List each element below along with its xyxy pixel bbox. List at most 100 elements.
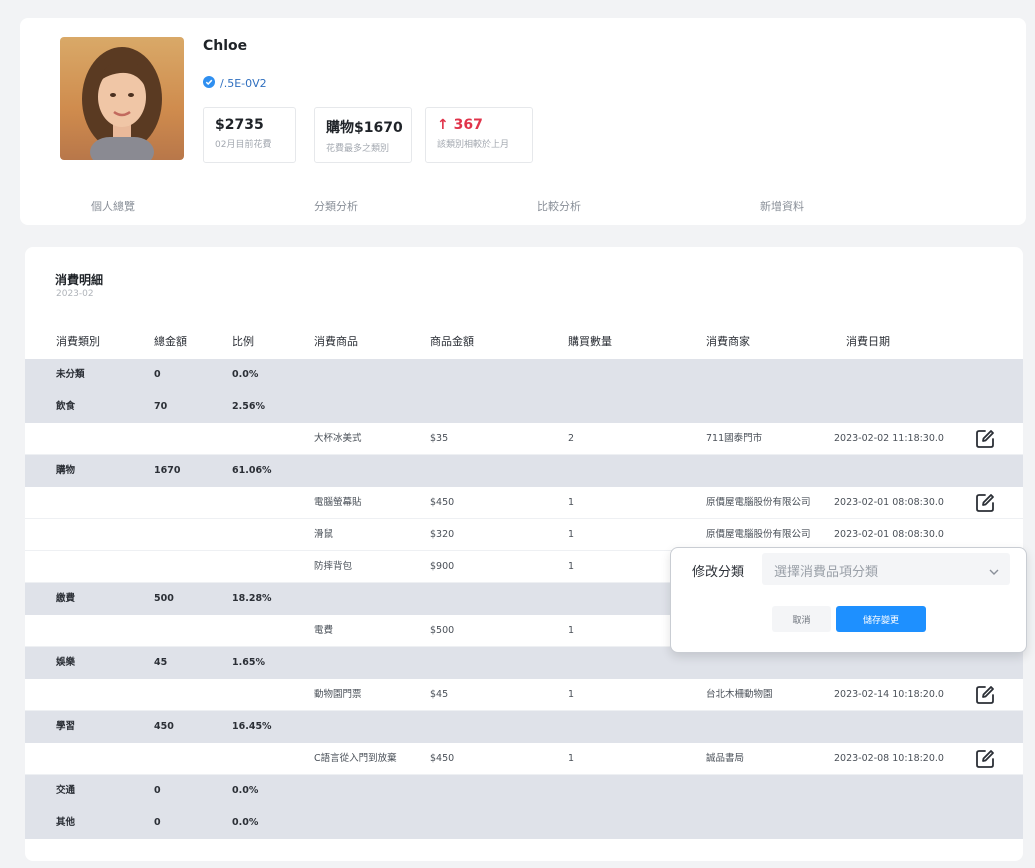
cell-total: 45 xyxy=(154,657,168,668)
stat-label: 02月目前花費 xyxy=(215,140,272,150)
cell-total: 1670 xyxy=(154,465,181,476)
cell-price: $35 xyxy=(430,433,449,444)
cell-category: 學習 xyxy=(56,721,76,732)
item-row: 電腦螢幕貼 $450 1 原價屋電腦股份有限公司 2023-02-01 08:0… xyxy=(25,487,1023,519)
cell-total: 450 xyxy=(154,721,174,732)
category-row: 學習 450 16.45% xyxy=(25,711,1023,743)
stat-top-category: 購物$1670 花費最多之類別 xyxy=(314,107,412,163)
cell-category: 其他 xyxy=(56,817,76,828)
cell-qty: 2 xyxy=(568,433,575,444)
col-header-total: 總金額 xyxy=(154,335,187,348)
cell-ratio: 18.28% xyxy=(232,593,272,604)
cell-price: $450 xyxy=(430,753,455,764)
cell-product: 電腦螢幕貼 xyxy=(314,497,362,508)
cell-price: $450 xyxy=(430,497,455,508)
cell-qty: 1 xyxy=(568,689,575,700)
tab-category-analysis[interactable]: 分類分析 xyxy=(314,198,358,214)
cell-qty: 1 xyxy=(568,561,575,572)
save-changes-button[interactable]: 儲存變更 xyxy=(836,606,926,632)
cell-total: 70 xyxy=(154,401,168,412)
cell-merchant: 誠品書局 xyxy=(706,753,745,764)
tab-comparison-analysis[interactable]: 比較分析 xyxy=(537,198,581,214)
profile-card: Chloe /.5E-0V2 $2735 02月目前花費 購物$1670 花費最… xyxy=(20,18,1026,225)
cell-total: 500 xyxy=(154,593,174,604)
edit-icon[interactable] xyxy=(974,748,996,770)
cell-category: 娛樂 xyxy=(56,657,76,668)
category-row: 飲食 70 2.56% xyxy=(25,391,1023,423)
cell-category: 交通 xyxy=(56,785,76,796)
edit-category-label: 修改分類 xyxy=(692,565,745,580)
stat-value: ↑ 367 xyxy=(437,117,483,133)
col-header-category: 消費類別 xyxy=(56,335,100,348)
stat-change-vs-last-month: ↑ 367 該類別相較於上月 xyxy=(425,107,533,163)
cell-ratio: 16.45% xyxy=(232,721,272,732)
verified-badge-icon xyxy=(203,76,215,91)
item-row: 動物園門票 $45 1 台北木柵動物園 2023-02-14 10:18:20.… xyxy=(25,679,1023,711)
cell-ratio: 0.0% xyxy=(232,369,259,380)
cell-total: 0 xyxy=(154,369,161,380)
cell-date: 2023-02-08 10:18:20.0 xyxy=(834,753,944,764)
cell-qty: 1 xyxy=(568,753,575,764)
col-header-qty: 購買數量 xyxy=(568,335,612,348)
cell-product: 大杯冰美式 xyxy=(314,433,362,444)
cell-date: 2023-02-14 10:18:20.0 xyxy=(834,689,944,700)
cell-ratio: 0.0% xyxy=(232,785,259,796)
cell-qty: 1 xyxy=(568,497,575,508)
edit-icon[interactable] xyxy=(974,428,996,450)
cell-ratio: 1.65% xyxy=(232,657,265,668)
avatar xyxy=(60,37,184,160)
cell-merchant: 台北木柵動物園 xyxy=(706,689,773,700)
category-select-placeholder: 選擇消費品項分類 xyxy=(774,565,879,580)
col-header-merchant: 消費商家 xyxy=(706,335,750,348)
cell-ratio: 2.56% xyxy=(232,401,265,412)
cell-total: 0 xyxy=(154,817,161,828)
edit-icon[interactable] xyxy=(974,684,996,706)
user-id: /.5E-0V2 xyxy=(203,76,267,91)
category-row: 未分類 0 0.0% xyxy=(25,359,1023,391)
cell-product: C語言從入門到放棄 xyxy=(314,753,397,764)
cell-product: 動物園門票 xyxy=(314,689,362,700)
cell-merchant: 原價屋電腦股份有限公司 xyxy=(706,497,811,508)
cell-price: $320 xyxy=(430,529,455,540)
cell-qty: 1 xyxy=(568,529,575,540)
cell-category: 購物 xyxy=(56,465,76,476)
section-title: 消費明細 xyxy=(55,273,104,287)
col-header-date: 消費日期 xyxy=(846,335,890,348)
cell-category: 繳費 xyxy=(56,593,76,604)
user-id-text: /.5E-0V2 xyxy=(220,77,267,90)
stat-monthly-spend: $2735 02月目前花費 xyxy=(203,107,296,163)
section-subtitle: 2023-02 xyxy=(56,289,94,299)
stat-label: 花費最多之類別 xyxy=(326,144,390,154)
edit-icon[interactable] xyxy=(974,492,996,514)
col-header-ratio: 比例 xyxy=(232,335,254,348)
category-row: 其他 0 0.0% xyxy=(25,807,1023,839)
item-row: 大杯冰美式 $35 2 711國泰門市 2023-02-02 11:18:30.… xyxy=(25,423,1023,455)
cell-total: 0 xyxy=(154,785,161,796)
category-select[interactable]: 選擇消費品項分類 xyxy=(762,553,1010,585)
tab-add-data[interactable]: 新增資料 xyxy=(760,198,804,214)
stat-value: $2735 xyxy=(215,117,264,133)
cell-product: 滑鼠 xyxy=(314,529,334,540)
chevron-down-icon xyxy=(988,563,1000,582)
cell-product: 電費 xyxy=(314,625,334,636)
cancel-button[interactable]: 取消 xyxy=(772,606,831,632)
cell-price: $500 xyxy=(430,625,455,636)
cell-date: 2023-02-02 11:18:30.0 xyxy=(834,433,944,444)
col-header-price: 商品金額 xyxy=(430,335,474,348)
cell-ratio: 61.06% xyxy=(232,465,272,476)
cell-product: 防摔背包 xyxy=(314,561,353,572)
user-name: Chloe xyxy=(203,38,248,54)
cell-price: $900 xyxy=(430,561,455,572)
cell-merchant: 711國泰門市 xyxy=(706,433,763,444)
col-header-product: 消費商品 xyxy=(314,335,358,348)
category-row: 交通 0 0.0% xyxy=(25,775,1023,807)
stat-label: 該類別相較於上月 xyxy=(437,140,510,150)
stat-value: 購物$1670 xyxy=(326,120,403,136)
cell-price: $45 xyxy=(430,689,449,700)
edit-category-popup: 修改分類 選擇消費品項分類 取消 儲存變更 xyxy=(670,547,1027,653)
cell-date: 2023-02-01 08:08:30.0 xyxy=(834,497,944,508)
category-row: 購物 1670 61.06% xyxy=(25,455,1023,487)
cell-category: 未分類 xyxy=(56,369,85,380)
tab-overview[interactable]: 個人總覽 xyxy=(91,198,135,214)
cell-qty: 1 xyxy=(568,625,575,636)
